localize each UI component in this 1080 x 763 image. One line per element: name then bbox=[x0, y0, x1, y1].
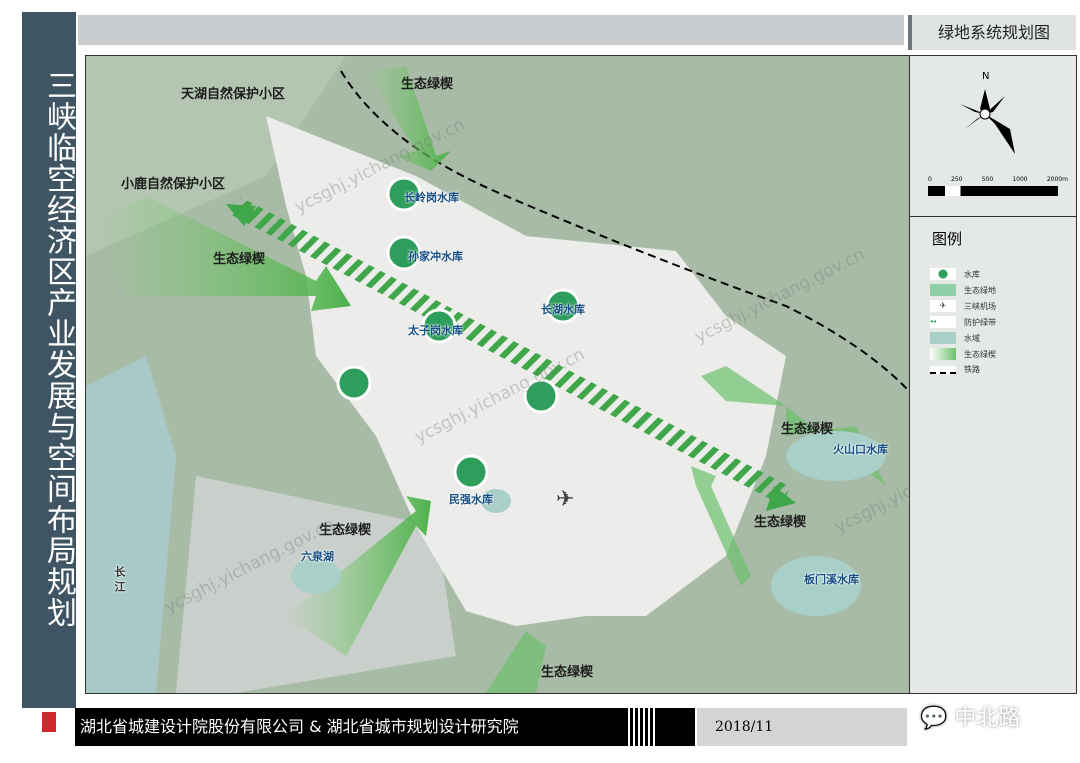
scale-tick: 2000m bbox=[1046, 176, 1068, 183]
area-label: 天湖自然保护小区 bbox=[181, 87, 286, 102]
wedge-label: 生态绿楔 bbox=[781, 422, 834, 437]
map-title: 绿地系统规划图 bbox=[908, 15, 1076, 50]
wechat-account: 中北路 bbox=[954, 706, 1021, 731]
reservoir-label: 孙家冲水库 bbox=[408, 250, 463, 263]
legend-item-wedge: 生态绿楔 bbox=[930, 348, 996, 360]
compass-icon bbox=[960, 89, 1015, 154]
scale-tick: 0 bbox=[928, 176, 932, 183]
legend-item-reservoir: 水库 bbox=[930, 268, 980, 280]
legend-item-water: 水域 bbox=[930, 332, 980, 344]
legend-panel: N 0 250 500 1000 2000m 图例 水库 生态绿地 ✈ 三峡机场 ↔ 防护绿… bbox=[909, 55, 1077, 694]
wedge-label: 生态绿楔 bbox=[401, 77, 454, 92]
map-canvas[interactable]: ✈ 天湖自然保护小区 小鹿自然保护小区 生态绿楔 生态绿楔 生态绿楔 生态绿楔 … bbox=[85, 55, 1008, 694]
scale-tick: 250 bbox=[951, 176, 963, 183]
river-label: 长 江 bbox=[113, 566, 126, 592]
company-logo bbox=[22, 708, 75, 746]
scale-labels: 0 250 500 1000 2000m bbox=[928, 176, 1068, 183]
area-label: 小鹿自然保护小区 bbox=[121, 177, 226, 192]
vertical-title: 三峡临空经济区产业发展与空间布局规划 bbox=[41, 70, 76, 628]
wedge-label: 生态绿楔 bbox=[754, 515, 807, 530]
reservoir-label: 长岭岗水库 bbox=[404, 191, 459, 204]
scale-tick: 1000 bbox=[1012, 176, 1028, 183]
wedge-label: 生态绿楔 bbox=[541, 665, 594, 680]
wechat-watermark: 💬 中北路 bbox=[920, 700, 1020, 732]
legend-item-eco-green: 生态绿地 bbox=[930, 284, 996, 296]
scale-bar bbox=[928, 186, 1058, 196]
legend-item-railway: 铁路 bbox=[930, 364, 980, 375]
reservoir-label: 长湖水库 bbox=[541, 303, 585, 316]
wedge-label: 生态绿楔 bbox=[213, 252, 266, 267]
north-label: N bbox=[982, 71, 990, 82]
legend-item-buffer: ↔ 防护绿带 bbox=[930, 316, 996, 328]
reservoir-label: 民强水库 bbox=[449, 493, 493, 506]
reservoir-label: 六泉湖 bbox=[301, 550, 334, 563]
top-strip bbox=[78, 15, 904, 45]
airport-icon: ✈ bbox=[556, 487, 574, 512]
reservoir-label: 板门溪水库 bbox=[804, 573, 859, 586]
legend-title: 图例 bbox=[932, 230, 963, 248]
reservoir-label: 太子岗水库 bbox=[408, 324, 463, 337]
reservoir-label: 火山口水库 bbox=[833, 443, 888, 456]
scale-tick: 500 bbox=[981, 176, 994, 183]
legend-item-airport: ✈ 三峡机场 bbox=[930, 300, 996, 312]
decorative-bars bbox=[625, 708, 655, 746]
wechat-icon: 💬 bbox=[920, 706, 948, 731]
organization-name: 湖北省城建设计院股份有限公司 & 湖北省城市规划设计研究院 bbox=[75, 708, 695, 746]
date: 2018/11 bbox=[697, 708, 907, 746]
